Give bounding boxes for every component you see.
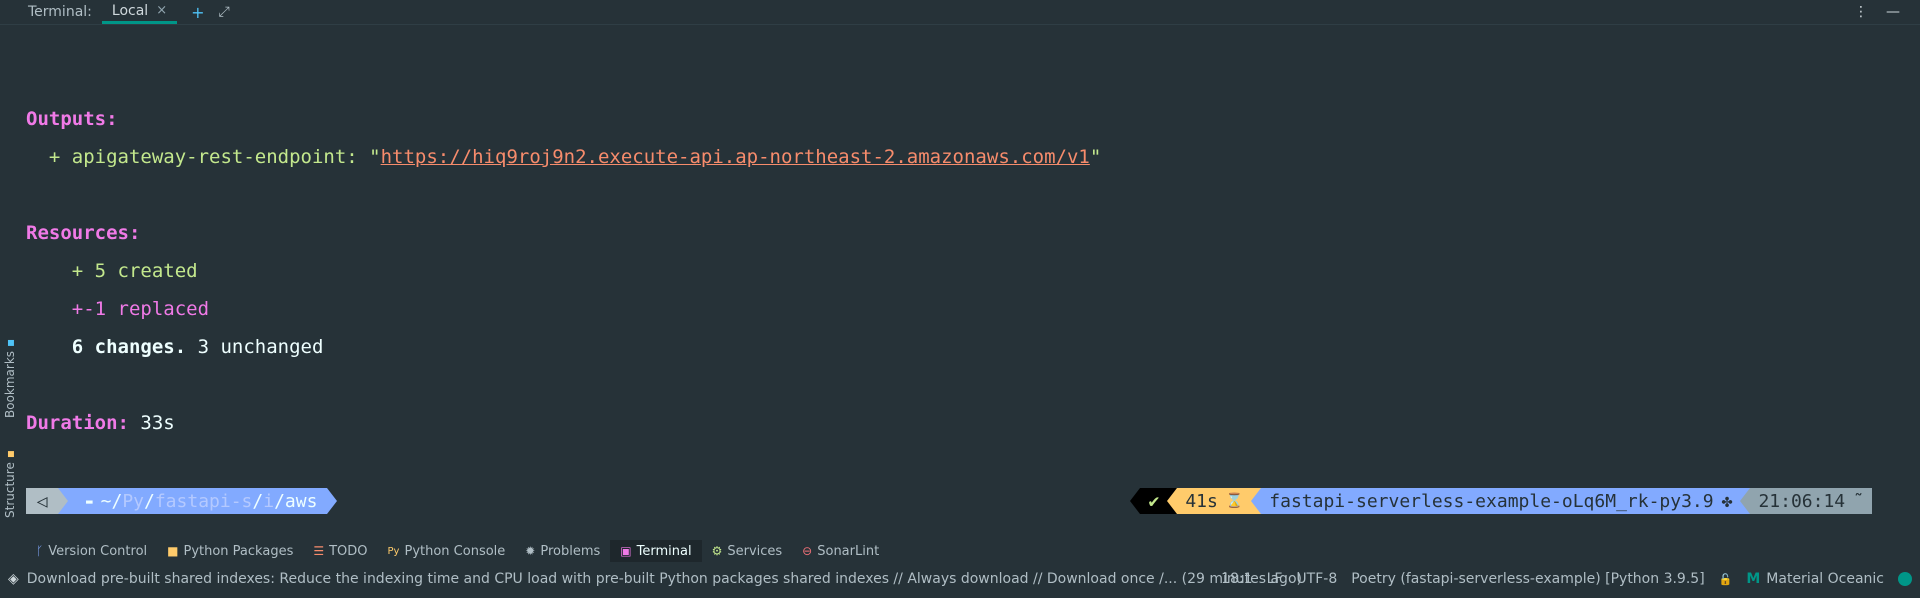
tool-services[interactable]: ⚙ Services — [702, 540, 793, 562]
status-ok-icon: ✔ — [1140, 488, 1168, 514]
line-ending[interactable]: LF — [1267, 571, 1283, 587]
endpoint-suffix: " — [1089, 146, 1102, 168]
prompt-left: ◁ ▬ ~/Py / fastapi-s / i / aws — [26, 488, 338, 514]
bookmarks-label: Bookmarks — [3, 350, 17, 418]
path-home: ~/ — [100, 490, 123, 512]
changes-count: 6 changes. — [26, 336, 187, 358]
problems-icon: ✹ — [525, 544, 536, 558]
bookmark-icon: ▪ — [3, 338, 17, 347]
duration-label: Duration: — [26, 412, 129, 434]
path-py: Py — [122, 490, 144, 512]
command-duration: 41s ⌛ — [1177, 488, 1252, 514]
left-tool-strip: Bookmarks ▪ Structure ▪ — [0, 24, 22, 524]
structure-label: Structure — [3, 462, 17, 518]
virtualenv-name: fastapi-serverless-example-oLq6M_rk-py3.… — [1269, 490, 1714, 512]
material-theme-icon: M — [1746, 571, 1761, 587]
tool-sonarlint[interactable]: ⊖ SonarLint — [792, 540, 889, 562]
file-encoding[interactable]: UTF-8 — [1296, 571, 1337, 587]
python-console-icon: Py — [387, 545, 400, 557]
tool-terminal[interactable]: ▣ Terminal — [610, 540, 702, 562]
path-i: i — [263, 490, 275, 512]
status-bar: ◈ Download pre-built shared indexes: Red… — [0, 568, 1920, 590]
terminal-output[interactable]: Outputs: + apigateway-rest-endpoint: "ht… — [26, 62, 1101, 480]
path-segment: ▬ ~/Py / fastapi-s / i / aws — [68, 488, 328, 514]
endpoint-prefix: + apigateway-rest-endpoint: " — [26, 146, 381, 168]
changes-line: 6 changes. 3 unchanged — [26, 328, 1101, 366]
tool-python-console[interactable]: Py Python Console — [378, 540, 516, 562]
terminal-title: Terminal: — [28, 4, 92, 20]
resources-label: Resources: — [26, 222, 141, 244]
layers-icon: ◈ — [8, 571, 19, 587]
git-branch-icon: ᚴ — [36, 544, 44, 558]
endpoint-line: + apigateway-rest-endpoint: "https://hiq… — [26, 138, 1101, 176]
minimize-icon[interactable]: — — [1886, 4, 1900, 20]
caret-position[interactable]: 18:1 — [1221, 571, 1252, 587]
duration-line: Duration: 33s — [26, 404, 1101, 442]
time-segment: 21:06:14 ˜ — [1750, 488, 1872, 514]
created-text: + 5 created — [26, 260, 198, 282]
path-fastapi: fastapi-s — [154, 490, 253, 512]
resources-line: Resources: — [26, 214, 1101, 252]
tool-problems[interactable]: ✹ Problems — [515, 540, 610, 562]
python-icon: ✤ — [1721, 490, 1733, 512]
terminal-icon: ▣ — [620, 544, 632, 558]
terminal-header: Terminal: Local × + ⤢ ⋮ — — [0, 0, 1920, 25]
bookmarks-tool-button[interactable]: Bookmarks ▪ — [3, 339, 17, 418]
replaced-text: +-1 replaced — [26, 298, 210, 320]
tool-todo[interactable]: ☰ TODO — [303, 540, 377, 562]
add-tab-icon[interactable]: + — [191, 3, 204, 22]
outputs-line: Outputs: — [26, 100, 1101, 138]
services-icon: ⚙ — [711, 544, 723, 558]
created-line: + 5 created — [26, 252, 1101, 290]
status-message-text: Download pre-built shared indexes: Reduc… — [26, 571, 1302, 587]
tool-python-packages[interactable]: ■ Python Packages — [157, 540, 303, 562]
structure-tool-button[interactable]: Structure ▪ — [3, 450, 17, 518]
python-interpreter[interactable]: Poetry (fastapi-serverless-example) [Pyt… — [1351, 571, 1704, 587]
tool-window-bar: ᚴ Version Control ■ Python Packages ☰ TODO … — [26, 540, 889, 562]
folder-icon: ▬ — [86, 494, 93, 508]
tab-local[interactable]: Local × — [101, 0, 178, 24]
duration-value: 33s — [128, 412, 175, 434]
expand-icon[interactable]: ⤢ — [219, 4, 230, 20]
more-options-icon[interactable]: ⋮ — [1854, 4, 1868, 20]
sonarlint-icon: ⊖ — [802, 544, 813, 558]
lock-icon[interactable]: 🔓 — [1719, 573, 1733, 586]
tab-local-label: Local — [111, 2, 149, 19]
replaced-line: +-1 replaced — [26, 290, 1101, 328]
structure-icon: ▪ — [3, 450, 17, 459]
virtualenv-segment: fastapi-serverless-example-oLq6M_rk-py3.… — [1261, 488, 1741, 514]
unchanged-text: 3 unchanged — [186, 336, 324, 358]
hourglass-icon: ⌛ — [1225, 493, 1244, 509]
endpoint-url-link[interactable]: https://hiq9roj9n2.execute-api.ap-northe… — [381, 146, 1090, 168]
theme-name: Material Oceanic — [1766, 571, 1884, 587]
package-icon: ■ — [167, 544, 179, 558]
path-aws: aws — [284, 490, 318, 512]
back-icon: ◁ — [26, 488, 58, 514]
theme-accent-dot — [1898, 572, 1912, 586]
todo-icon: ☰ — [313, 544, 325, 558]
close-icon[interactable]: × — [156, 3, 167, 18]
tool-version-control[interactable]: ᚴ Version Control — [26, 540, 157, 562]
prompt-right: ✔ 41s ⌛ fastapi-serverless-example-oLq6M… — [1130, 488, 1872, 514]
prompt-time: 21:06:14 — [1758, 490, 1846, 512]
status-message[interactable]: ◈ Download pre-built shared indexes: Red… — [8, 571, 1302, 587]
time-icon: ˜ — [1853, 490, 1864, 512]
theme-switcher[interactable]: M Material Oceanic — [1746, 571, 1884, 587]
outputs-label: Outputs: — [26, 108, 118, 130]
